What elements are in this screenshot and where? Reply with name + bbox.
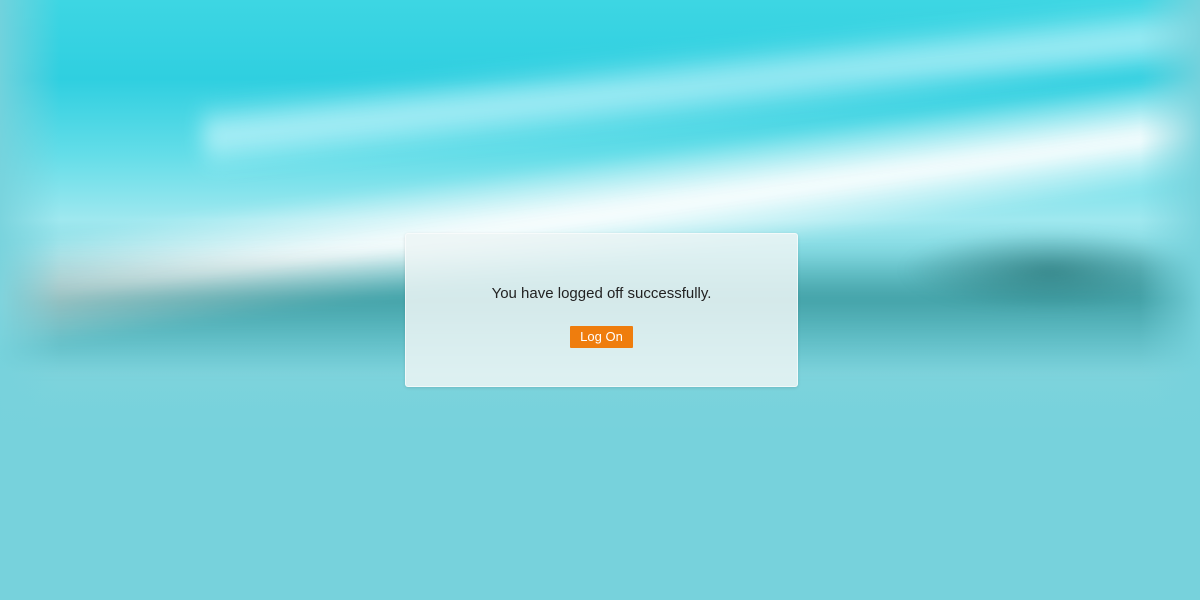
logoff-message: You have logged off successfully. <box>491 285 712 302</box>
logoff-dialog: You have logged off successfully. Log On <box>405 233 798 387</box>
log-on-button[interactable]: Log On <box>570 326 633 348</box>
